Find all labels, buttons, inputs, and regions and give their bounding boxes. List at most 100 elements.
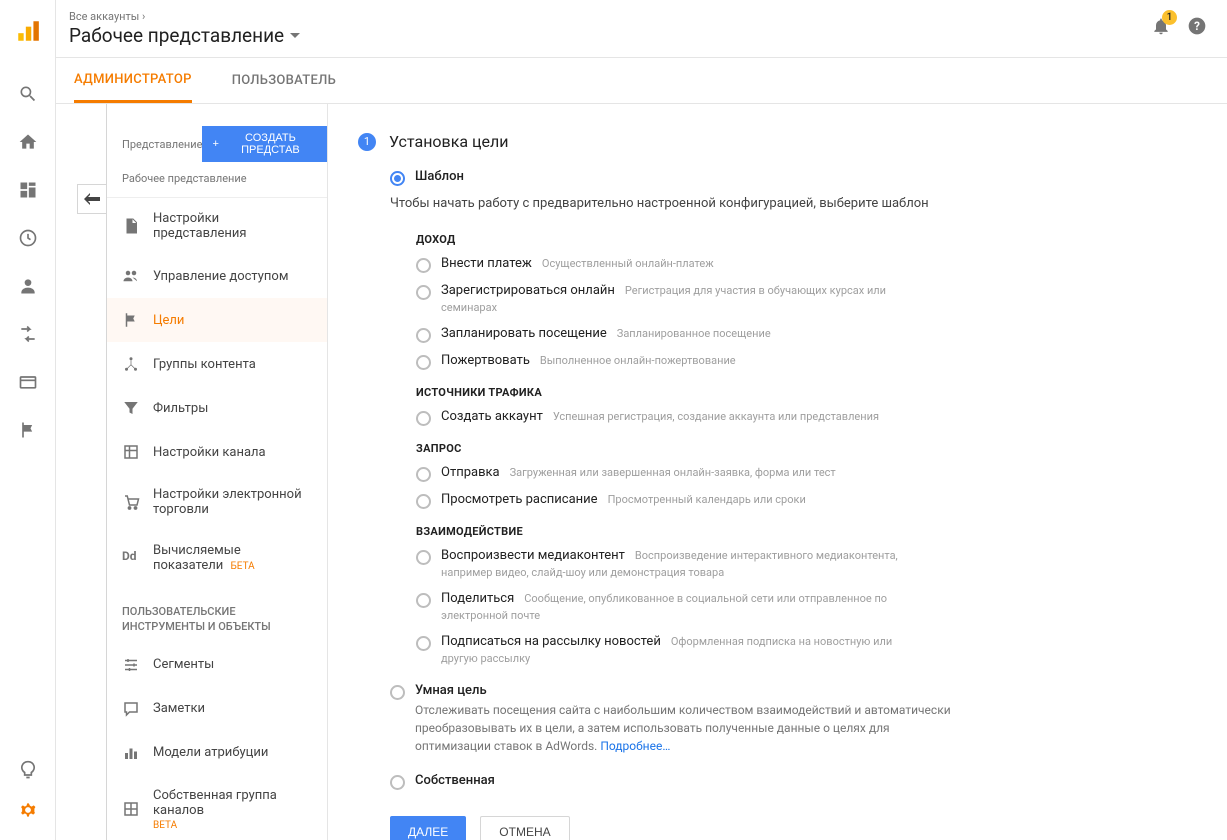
view-title-selector[interactable]: Рабочее представление (69, 24, 1151, 47)
template-radio[interactable] (416, 355, 431, 370)
radio-template-label: Шаблон (415, 169, 464, 184)
smart-learn-more-link[interactable]: Подробнее… (600, 739, 670, 753)
radio-custom[interactable] (390, 775, 405, 790)
nav-custom-channel-group[interactable]: Собственная группа каналов BETA (107, 775, 327, 840)
template-radio[interactable] (416, 258, 431, 273)
template-label: Отправка (441, 465, 500, 480)
card-icon[interactable] (18, 372, 38, 392)
template-group: Запрос ОтправкаЗагруженная или завершенна… (390, 442, 1187, 509)
people-icon (122, 267, 140, 285)
template-option[interactable]: Внести платежОсуществленный онлайн-плате… (416, 256, 1187, 273)
template-radio[interactable] (416, 636, 431, 651)
bar-chart-icon (122, 744, 140, 762)
template-option[interactable]: Воспроизвести медиаконтентВоспроизведени… (416, 548, 1187, 581)
back-button[interactable] (77, 184, 107, 214)
admin-gear-icon[interactable] (18, 800, 38, 820)
template-radio[interactable] (416, 593, 431, 608)
template-radio[interactable] (416, 328, 431, 343)
template-group: ДоходВнести платежОсуществленный онлайн-… (390, 233, 1187, 370)
sliders-icon (122, 656, 140, 674)
svg-text:?: ? (1194, 19, 1200, 33)
template-desc: Осуществленный онлайн-платеж (542, 257, 714, 270)
nav-attribution[interactable]: Модели атрибуции (107, 731, 327, 775)
template-group: ВзаимодействиеВоспроизвести медиаконтент… (390, 525, 1187, 667)
nav-segments[interactable]: Сегменты (107, 643, 327, 687)
header: Все аккаунты › Рабочее представление 1 ? (56, 0, 1227, 58)
template-radio[interactable] (416, 550, 431, 565)
breadcrumb[interactable]: Все аккаунты › (69, 10, 1151, 23)
radio-template[interactable] (390, 171, 405, 186)
group-title: Запрос (416, 442, 1187, 455)
section-personal-tools: Пользовательские инструменты и объекты (107, 586, 327, 643)
template-desc: Выполненное онлайн-пожертвование (540, 354, 736, 367)
template-option[interactable]: ПоделитьсяСообщение, опубликованное в со… (416, 591, 1187, 624)
search-icon[interactable] (18, 84, 38, 104)
nav-annotations[interactable]: Заметки (107, 687, 327, 731)
conversions-icon[interactable] (18, 324, 38, 344)
hierarchy-icon (122, 355, 140, 373)
nav-channel-settings[interactable]: Настройки канала (107, 430, 327, 474)
step1-number: 1 (358, 133, 376, 151)
step1-title: Установка цели (389, 132, 508, 151)
grid-icon (122, 800, 140, 818)
home-icon[interactable] (18, 132, 38, 152)
next-button[interactable]: Далее (390, 816, 466, 840)
template-option[interactable]: ПожертвоватьВыполненное онлайн-пожертвов… (416, 353, 1187, 370)
template-option[interactable]: Создать аккаунтУспешная регистрация, соз… (416, 409, 1187, 426)
nav-access-management[interactable]: Управление доступом (107, 254, 327, 298)
radio-custom-label: Собственная (415, 773, 495, 788)
flag-icon (122, 311, 140, 329)
nav-goals[interactable]: Цели (107, 298, 327, 342)
template-label: Запланировать посещение (441, 326, 607, 341)
create-btn-text: Создать представ (224, 132, 317, 156)
nav-calculated-metrics[interactable]: Dd Вычисляемые показатели БЕТА (107, 530, 327, 586)
template-option[interactable]: ОтправкаЗагруженная или завершенная онла… (416, 465, 1187, 482)
template-desc: Просмотренный календарь или сроки (608, 493, 806, 506)
template-radio[interactable] (416, 494, 431, 509)
nav-ecommerce[interactable]: Настройки электронной торговли (107, 474, 327, 530)
clock-icon[interactable] (18, 228, 38, 248)
sidebar-view-name[interactable]: Рабочее представление (107, 162, 327, 198)
nav-view-settings[interactable]: Настройки представления (107, 198, 327, 254)
tab-admin[interactable]: Администратор (74, 58, 192, 103)
help-button[interactable]: ? (1187, 16, 1207, 36)
dd-icon: Dd (122, 549, 140, 567)
radio-smart-goal[interactable] (390, 685, 405, 700)
flag-icon[interactable] (18, 420, 38, 440)
view-title-text: Рабочее представление (69, 24, 284, 47)
help-icon: ? (1187, 16, 1207, 36)
template-option[interactable]: Запланировать посещениеЗапланированное п… (416, 326, 1187, 343)
document-icon (122, 217, 140, 235)
template-label: Просмотреть расписание (441, 492, 598, 507)
template-radio[interactable] (416, 285, 431, 300)
template-label: Создать аккаунт (441, 409, 543, 424)
filter-icon (122, 399, 140, 417)
cancel-button[interactable]: Отмена (480, 816, 569, 840)
notifications-button[interactable]: 1 (1151, 16, 1171, 36)
left-rail (0, 0, 56, 840)
channel-icon (122, 443, 140, 461)
template-label: Поделиться (441, 591, 514, 606)
discover-icon[interactable] (18, 760, 38, 780)
create-view-button[interactable]: + Создать представ (202, 126, 327, 162)
cart-icon (122, 493, 140, 511)
nav-filters[interactable]: Фильтры (107, 386, 327, 430)
template-option[interactable]: Просмотреть расписание Просмотренный кале… (416, 492, 1187, 509)
template-description: Чтобы начать работу с предварительно нас… (390, 196, 1187, 211)
template-label: Зарегистрироваться онлайн (441, 283, 615, 298)
ga-logo (15, 18, 41, 44)
template-option[interactable]: Зарегистрироваться онлайнРегистрация для… (416, 283, 1187, 316)
nav-content-groups[interactable]: Группы контента (107, 342, 327, 386)
group-title: Источники трафика (416, 386, 1187, 399)
user-icon[interactable] (18, 276, 38, 296)
template-radio[interactable] (416, 467, 431, 482)
content-area: Представление + Создать представ Рабочее… (56, 104, 1227, 840)
tabs-row: Администратор Пользователь (56, 58, 1227, 104)
tab-user[interactable]: Пользователь (232, 58, 336, 103)
template-radio[interactable] (416, 411, 431, 426)
template-label: Подписаться на рассылку новостей (441, 634, 661, 649)
smart-goal-description: Отслеживать посещения сайта с наибольшим… (415, 701, 965, 755)
template-group: Источники трафика Создать аккаунтУспешная… (390, 386, 1187, 426)
dashboard-icon[interactable] (18, 180, 38, 200)
template-option[interactable]: Подписаться на рассылку новостейОформлен… (416, 634, 1187, 667)
